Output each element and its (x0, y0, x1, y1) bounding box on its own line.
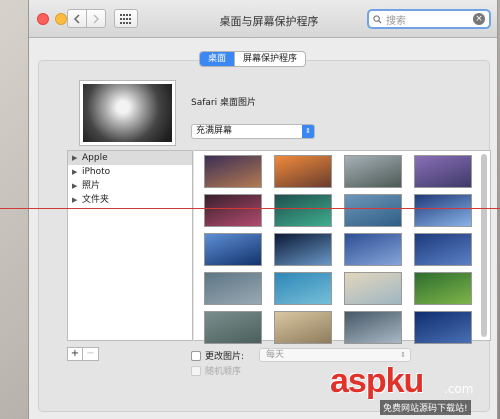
source-item-apple[interactable]: ▶ Apple (68, 151, 192, 165)
wallpaper-name: Safari 桌面图片 (191, 98, 256, 108)
current-wallpaper-preview (79, 80, 176, 146)
random-order-row: 随机顺序 (191, 364, 241, 377)
tab-screen-saver[interactable]: 屏幕保护程序 (234, 52, 305, 66)
wallpaper-thumbnail[interactable] (344, 194, 402, 227)
disclosure-triangle-icon[interactable]: ▶ (72, 151, 82, 165)
updown-arrows-icon: ⇕ (302, 125, 314, 138)
add-folder-button[interactable]: + (67, 347, 83, 361)
wallpaper-browser (194, 150, 491, 344)
wallpaper-thumbnail[interactable] (274, 155, 332, 188)
wallpaper-thumbnail[interactable] (204, 311, 262, 344)
wallpaper-thumbnail[interactable] (274, 233, 332, 266)
change-picture-label: 更改图片: (205, 352, 245, 362)
chevron-left-icon (73, 13, 80, 24)
source-item-label: 照片 (82, 181, 101, 191)
back-button[interactable] (67, 9, 87, 28)
chevron-right-icon (93, 13, 100, 24)
wallpaper-thumbnail[interactable] (414, 272, 472, 305)
source-item-folders[interactable]: ▶ 文件夹 (68, 193, 192, 207)
search-icon (373, 14, 382, 24)
scrollbar[interactable] (481, 154, 487, 337)
wallpaper-thumbnail[interactable] (344, 272, 402, 305)
wallpaper-thumbnail[interactable] (204, 155, 262, 188)
change-picture-row: 更改图片: (191, 349, 244, 362)
source-item-label: iPhoto (82, 167, 111, 177)
source-item-iphoto[interactable]: ▶ iPhoto (68, 165, 192, 179)
updown-arrows-icon: ⇕ (400, 351, 406, 359)
fill-mode-select[interactable]: 充满屏幕 ⇕ (191, 124, 315, 139)
change-interval-value: 每天 (266, 350, 285, 360)
wallpaper-thumbnail[interactable] (344, 155, 402, 188)
wallpaper-thumbnail[interactable] (414, 155, 472, 188)
remove-folder-button[interactable]: − (83, 347, 99, 361)
clear-search-icon[interactable]: × (473, 13, 485, 25)
wallpaper-preview-image (83, 84, 172, 142)
change-interval-select[interactable]: 每天 ⇕ (259, 348, 411, 362)
source-item-label: 文件夹 (82, 195, 110, 205)
search-placeholder: 搜索 (386, 15, 406, 27)
wallpaper-thumbnail[interactable] (344, 233, 402, 266)
watermark-tagline: 免费网站源码下载站! (380, 400, 471, 415)
disclosure-triangle-icon[interactable]: ▶ (72, 193, 82, 207)
wallpaper-thumbnail[interactable] (344, 311, 402, 344)
red-guide-line (0, 208, 500, 209)
wallpaper-thumbnail[interactable] (414, 194, 472, 227)
grid-icon (120, 13, 131, 24)
disclosure-triangle-icon[interactable]: ▶ (72, 165, 82, 179)
wallpaper-thumbnail[interactable] (204, 194, 262, 227)
wallpaper-thumbnail[interactable] (414, 233, 472, 266)
close-window-button[interactable] (37, 13, 49, 25)
wallpaper-grid (204, 155, 480, 344)
forward-button[interactable] (86, 9, 106, 28)
tab-bar: 桌面 屏幕保护程序 (199, 51, 307, 67)
source-list: ▶ Apple ▶ iPhoto ▶ 照片 ▶ 文件夹 (67, 150, 193, 341)
change-picture-checkbox[interactable] (191, 350, 201, 361)
watermark-suffix: .com (444, 382, 474, 396)
system-preferences-window: 桌面与屏幕保护程序 搜索 × 桌面 屏幕保护程序 Safari 桌面图片 充满屏… (28, 0, 498, 419)
wallpaper-thumbnail[interactable] (274, 194, 332, 227)
wallpaper-thumbnail[interactable] (274, 311, 332, 344)
watermark-logo: aspku (330, 362, 424, 400)
folder-add-remove-control: + − (67, 347, 99, 361)
wallpaper-thumbnail[interactable] (414, 311, 472, 344)
wallpaper-thumbnail[interactable] (274, 272, 332, 305)
random-order-label: 随机顺序 (205, 367, 242, 377)
search-field[interactable]: 搜索 × (367, 9, 491, 29)
source-item-photos[interactable]: ▶ 照片 (68, 179, 192, 193)
wallpaper-thumbnail[interactable] (204, 233, 262, 266)
wallpaper-thumbnail[interactable] (204, 272, 262, 305)
fill-mode-value: 充满屏幕 (196, 126, 233, 136)
disclosure-triangle-icon[interactable]: ▶ (72, 179, 82, 193)
tab-desktop[interactable]: 桌面 (200, 52, 235, 66)
show-all-button[interactable] (114, 9, 138, 28)
minimize-window-button[interactable] (55, 13, 67, 25)
source-item-label: Apple (82, 153, 108, 163)
window-title: 桌面与屏幕保护程序 (219, 15, 319, 28)
random-order-checkbox[interactable] (191, 365, 201, 376)
title-bar: 桌面与屏幕保护程序 搜索 × (29, 0, 497, 38)
